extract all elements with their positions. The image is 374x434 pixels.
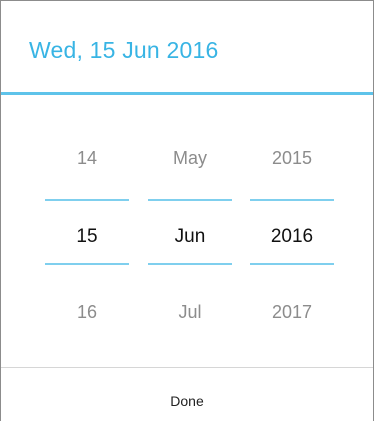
month-spinner[interactable]: May Jun Jul <box>148 95 232 367</box>
month-divider-bottom <box>148 263 232 265</box>
day-divider-top <box>45 199 129 201</box>
year-prev-value[interactable]: 2015 <box>250 148 334 169</box>
day-next-value[interactable]: 16 <box>45 302 129 323</box>
day-spinner[interactable]: 14 15 16 <box>45 95 129 367</box>
month-selected-value[interactable]: Jun <box>148 226 232 248</box>
dialog-footer: Done <box>1 367 373 422</box>
year-spinner[interactable]: 2015 2016 2017 <box>250 95 334 367</box>
dialog-header: Wed, 15 Jun 2016 <box>1 1 373 95</box>
month-next-value[interactable]: Jul <box>148 302 232 323</box>
day-selected-value[interactable]: 15 <box>45 226 129 248</box>
day-prev-value[interactable]: 14 <box>45 148 129 169</box>
day-divider-bottom <box>45 263 129 265</box>
selected-date-title: Wed, 15 Jun 2016 <box>29 37 219 63</box>
year-selected-value[interactable]: 2016 <box>250 226 334 248</box>
year-divider-top <box>250 199 334 201</box>
month-prev-value[interactable]: May <box>148 148 232 169</box>
year-divider-bottom <box>250 263 334 265</box>
date-spinner: 14 15 16 May Jun Jul 2015 2016 2017 <box>1 95 373 367</box>
date-picker-dialog: Wed, 15 Jun 2016 14 15 16 May Jun Jul 20… <box>0 0 374 421</box>
done-button[interactable]: Done <box>1 368 373 422</box>
month-divider-top <box>148 199 232 201</box>
year-next-value[interactable]: 2017 <box>250 302 334 323</box>
